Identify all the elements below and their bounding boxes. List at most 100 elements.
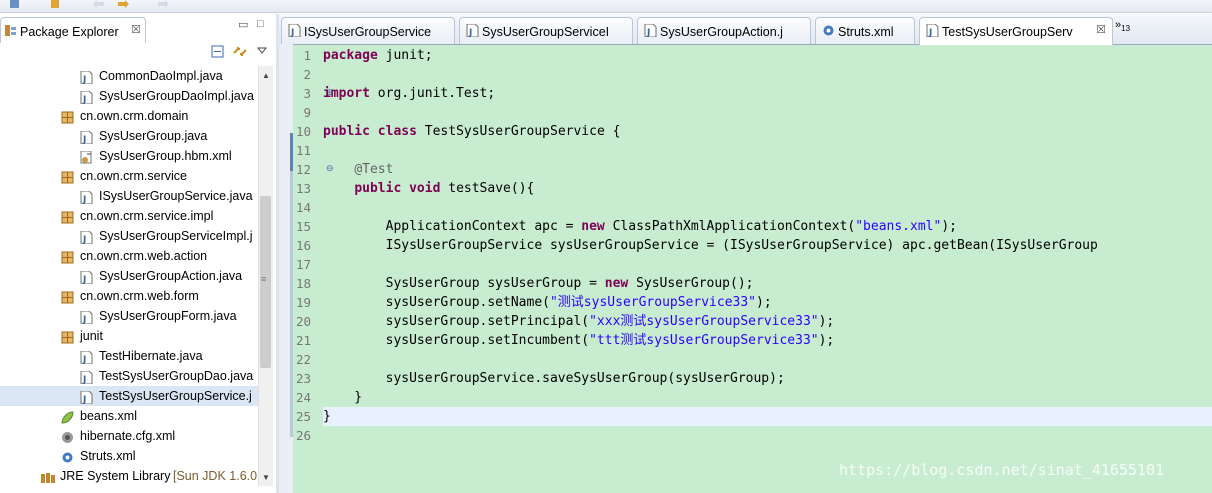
svg-text:J: J xyxy=(82,235,86,244)
tree-item[interactable]: J CommonDaoImpl.java xyxy=(0,66,258,86)
tree-item[interactable]: Struts.xml xyxy=(0,446,258,466)
line-number: 15 xyxy=(295,219,311,234)
svg-text:J: J xyxy=(82,95,86,104)
new-wizard-icon[interactable] xyxy=(8,0,22,10)
tree-item[interactable]: J ISysUserGroupService.java xyxy=(0,186,258,206)
open-type-icon[interactable] xyxy=(48,0,62,10)
tree-item-label: cn.own.crm.service.impl xyxy=(80,209,214,223)
editor-tab[interactable]: J ISysUserGroupService xyxy=(281,17,455,44)
collapse-all-icon[interactable] xyxy=(210,44,225,62)
tree-item-label: cn.own.crm.service xyxy=(80,169,187,183)
java-file-icon: J xyxy=(80,230,93,245)
code-line[interactable]: public void testSave(){ xyxy=(323,179,534,198)
tree-package[interactable]: cn.own.crm.domain xyxy=(0,106,258,126)
maximize-icon[interactable]: □ xyxy=(257,18,264,30)
code-line[interactable]: package junit; xyxy=(323,46,433,65)
tree-item[interactable]: J SysUserGroup.java xyxy=(0,126,258,146)
editor-tab[interactable]: J SysUserGroupServiceI xyxy=(459,17,633,44)
explorer-scrollbar[interactable]: ▲ ≡ ▼ xyxy=(258,66,273,486)
close-icon[interactable]: ☒ xyxy=(131,23,141,36)
code-area[interactable]: package junit; import org.junit.Test; publ… xyxy=(323,44,1212,493)
tree-item-label: SysUserGroupDaoImpl.java xyxy=(99,89,254,103)
link-with-editor-icon[interactable] xyxy=(232,44,248,62)
tree-package[interactable]: junit xyxy=(0,326,258,346)
tree-item[interactable]: hibernate.cfg.xml xyxy=(0,426,258,446)
tree-item[interactable]: J SysUserGroupDaoImpl.java xyxy=(0,86,258,106)
tree-item[interactable]: J TestSysUserGroupDao.java xyxy=(0,366,258,386)
scroll-up-icon[interactable]: ▲ xyxy=(262,71,270,80)
tree-package[interactable]: cn.own.crm.web.action xyxy=(0,246,258,266)
tree-item-label: beans.xml xyxy=(80,409,137,423)
java-file-icon: J xyxy=(80,310,93,325)
tree-package[interactable]: cn.own.crm.service xyxy=(0,166,258,186)
tree-item-label: TestSysUserGroupDao.java xyxy=(99,369,254,383)
tree-item-label: SysUserGroupServiceImpl.j xyxy=(99,229,253,243)
tree-item[interactable]: J TestSysUserGroupService.j xyxy=(0,386,258,406)
code-line[interactable]: } xyxy=(323,407,1212,426)
line-number: 24 xyxy=(295,390,311,405)
tree-item[interactable]: JRE System Library [Sun JDK 1.6.0 xyxy=(0,466,258,486)
tree-item-label: TestSysUserGroupService.j xyxy=(99,389,252,403)
view-menu-icon[interactable] xyxy=(256,44,268,59)
nav-forward-icon[interactable] xyxy=(156,0,170,10)
line-number: 11 xyxy=(295,143,311,158)
code-line[interactable]: public class TestSysUserGroupService { xyxy=(323,122,620,141)
java-file-icon: J xyxy=(80,190,93,205)
line-number: 10 xyxy=(295,124,311,139)
editor-tab-bar: »13 J ISysUserGroupService J SysUserGroupSe… xyxy=(279,14,1212,45)
editor-tab[interactable]: J TestSysUserGroupServ ☒ xyxy=(919,17,1113,45)
tree-item[interactable]: J SysUserGroupAction.java xyxy=(0,266,258,286)
tree-item-label: cn.own.crm.web.action xyxy=(80,249,208,263)
tab-overflow-button[interactable]: »13 xyxy=(1115,19,1130,33)
forward-icon[interactable] xyxy=(116,0,130,10)
tree-item-label: TestHibernate.java xyxy=(99,349,203,363)
tree-item-label: SysUserGroup.hbm.xml xyxy=(99,149,232,163)
svg-text:J: J xyxy=(290,28,294,37)
tree-package[interactable]: cn.own.crm.service.impl xyxy=(0,206,258,226)
back-icon[interactable] xyxy=(92,0,106,10)
tree-item-label: SysUserGroup.java xyxy=(99,129,208,143)
line-number: 23 xyxy=(295,371,311,386)
tree-item-label: JRE System Library xyxy=(60,469,171,483)
library-icon xyxy=(41,470,55,483)
scroll-grip-icon: ≡ xyxy=(261,274,267,284)
java-file-icon: J xyxy=(80,270,93,285)
code-line[interactable]: @Test xyxy=(323,160,393,179)
tree-item[interactable]: J SysUserGroupServiceImpl.j xyxy=(0,226,258,246)
line-number: 14 xyxy=(295,200,311,215)
code-line[interactable]: } xyxy=(323,388,362,407)
line-number: 3 xyxy=(303,86,311,101)
tree-item-label: hibernate.cfg.xml xyxy=(80,429,176,443)
scroll-down-icon[interactable]: ▼ xyxy=(262,473,270,482)
code-line[interactable]: sysUserGroup.setPrincipal("xxx测试sysUserG… xyxy=(323,312,835,331)
code-line[interactable]: ApplicationContext apc = new ClassPathXm… xyxy=(323,217,957,236)
svg-text:J: J xyxy=(82,375,86,384)
package-explorer-tab[interactable]: Package Explorer ☒ xyxy=(0,17,146,43)
close-icon[interactable]: ☒ xyxy=(1096,23,1106,36)
line-number: 26 xyxy=(295,428,311,443)
editor-tab-label: SysUserGroupServiceI xyxy=(482,25,610,39)
editor-gutter xyxy=(279,44,293,493)
tree-item[interactable]: beans.xml xyxy=(0,406,258,426)
tree-item[interactable]: J SysUserGroupForm.java xyxy=(0,306,258,326)
code-line[interactable]: ISysUserGroupService sysUserGroupService… xyxy=(323,236,1098,255)
line-numbers: 1 2 3 ⊕ 9 10 11 12 ⊖ 13 14 15 16 17 18 19 20 21 22 23 24 25 26 xyxy=(293,44,334,493)
tree-package[interactable]: cn.own.crm.web.form xyxy=(0,286,258,306)
package-explorer-icon xyxy=(5,24,16,37)
svg-text:J: J xyxy=(82,275,86,284)
code-line[interactable]: SysUserGroup sysUserGroup = new SysUserG… xyxy=(323,274,754,293)
line-number: 16 xyxy=(295,238,311,253)
code-line[interactable]: sysUserGroup.setIncumbent("ttt测试sysUserG… xyxy=(323,331,835,350)
svg-text:J: J xyxy=(82,135,86,144)
code-line[interactable]: sysUserGroup.setName("测试sysUserGroupServ… xyxy=(323,293,772,312)
editor-tab[interactable]: J SysUserGroupAction.j xyxy=(637,17,811,44)
editor-tab[interactable]: Struts.xml xyxy=(815,17,915,44)
package-icon xyxy=(61,110,74,124)
line-number: 21 xyxy=(295,333,311,348)
code-line[interactable]: import org.junit.Test; xyxy=(323,84,495,103)
package-icon xyxy=(61,170,74,184)
minimize-icon[interactable]: ▭ xyxy=(238,18,248,31)
code-line[interactable]: sysUserGroupService.saveSysUserGroup(sys… xyxy=(323,369,785,388)
tree-item[interactable]: J TestHibernate.java xyxy=(0,346,258,366)
tree-item[interactable]: SysUserGroup.hbm.xml xyxy=(0,146,258,166)
